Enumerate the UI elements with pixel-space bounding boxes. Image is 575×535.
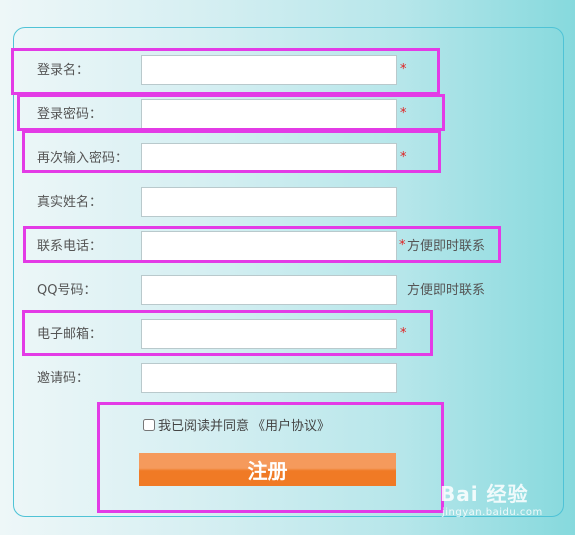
user-agreement-link[interactable]: 《用户协议》 [252, 415, 330, 434]
email-required-mark: * [400, 326, 407, 341]
login-name-required-mark: * [400, 62, 407, 77]
invite-code-input[interactable] [141, 363, 397, 393]
password-input[interactable] [141, 99, 397, 129]
login-name-label: 登录名： [37, 63, 90, 78]
phone-required-mark: * [399, 238, 406, 253]
baidu-jingyan-watermark: Bai 经验 jingyan.baidu.com [440, 478, 543, 518]
email-label: 电子邮箱： [37, 327, 103, 342]
confirm-password-input[interactable] [141, 143, 397, 173]
qq-hint: 方便即时联系 [407, 283, 486, 298]
invite-code-label: 邀请码： [37, 371, 90, 386]
agreement-row[interactable]: 我已阅读并同意 《用户协议》 [143, 415, 330, 434]
qq-input[interactable] [141, 275, 397, 305]
phone-hint: 方便即时联系 [407, 239, 486, 254]
phone-input[interactable] [141, 231, 397, 261]
confirm-password-label: 再次输入密码： [37, 151, 129, 166]
qq-label: QQ号码： [37, 283, 97, 298]
password-required-mark: * [400, 106, 407, 121]
phone-label: 联系电话： [37, 239, 103, 254]
password-label: 登录密码： [37, 107, 103, 122]
login-name-input[interactable] [141, 55, 397, 85]
real-name-input[interactable] [141, 187, 397, 217]
register-button[interactable]: 注册 [139, 453, 396, 486]
watermark-url: jingyan.baidu.com [442, 507, 543, 518]
real-name-label: 真实姓名： [37, 195, 103, 210]
watermark-text: Bai 经验 [440, 482, 529, 506]
email-input[interactable] [141, 319, 397, 349]
agreement-checkbox[interactable] [143, 418, 155, 431]
confirm-password-required-mark: * [400, 150, 407, 165]
agreement-text: 我已阅读并同意 [158, 419, 250, 434]
